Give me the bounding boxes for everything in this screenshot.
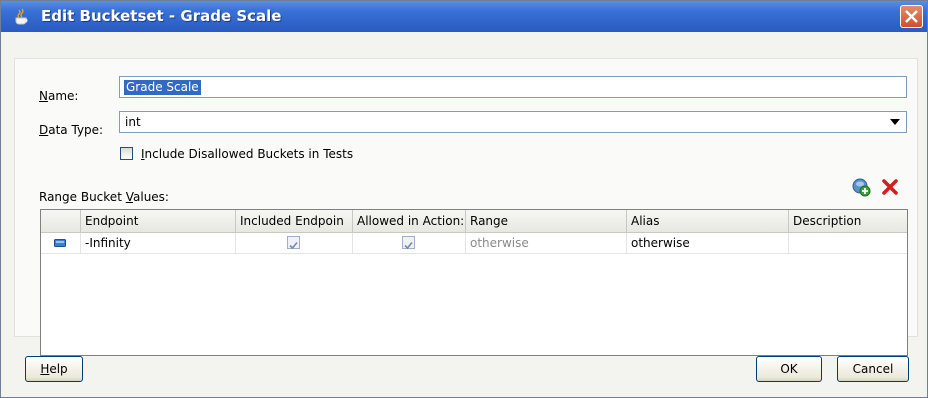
allowed-in-actions-checkbox[interactable] [402, 236, 415, 250]
name-input[interactable]: Grade Scale [119, 76, 907, 98]
dialog-title: Edit Bucketset - Grade Scale [41, 7, 282, 25]
row-marker-cell [41, 233, 81, 253]
java-cup-icon [15, 8, 28, 25]
cell-description[interactable] [789, 233, 907, 253]
edit-bucketset-dialog: Edit Bucketset - Grade Scale Name: Grade… [0, 0, 928, 398]
ok-button[interactable]: OK [756, 356, 822, 382]
row-header-corner [41, 210, 81, 232]
data-type-value: int [125, 115, 141, 129]
name-value: Grade Scale [124, 80, 201, 95]
name-mnemonic: N [39, 89, 48, 103]
cell-endpoint[interactable]: -Infinity [81, 233, 236, 253]
range-bucket-table: Endpoint Included Endpoin Allowed in Act… [40, 209, 908, 356]
checkmark-icon [404, 241, 413, 250]
delete-bucket-icon[interactable] [881, 178, 899, 196]
cell-alias[interactable]: otherwise [627, 233, 789, 253]
include-disallowed-checkbox[interactable] [120, 147, 133, 160]
range-label-part2: alues: [133, 190, 169, 204]
data-type-label: Data Type: [39, 123, 103, 137]
data-type-label-rest: ata Type: [48, 123, 104, 137]
include-label-rest: nclude Disallowed Buckets in Tests [144, 147, 354, 161]
help-mnemonic: H [40, 362, 50, 376]
add-bucket-icon[interactable] [851, 177, 871, 197]
title-bar[interactable]: Edit Bucketset - Grade Scale [1, 1, 927, 32]
column-header-included-endpoint[interactable]: Included Endpoin [236, 210, 353, 232]
column-header-allowed-in-actions[interactable]: Allowed in Action: [353, 210, 466, 232]
checkmark-icon [289, 241, 298, 250]
close-icon [905, 10, 918, 23]
help-label-rest: elp [49, 362, 68, 376]
include-disallowed-label[interactable]: Include Disallowed Buckets in Tests [141, 147, 353, 161]
column-header-endpoint[interactable]: Endpoint [81, 210, 236, 232]
range-label-part1: Range Bucket [39, 190, 126, 204]
name-label-rest: ame: [47, 89, 79, 103]
cell-allowed-in-actions[interactable] [353, 233, 466, 253]
cell-range: otherwise [466, 233, 627, 253]
help-button[interactable]: Help [25, 356, 83, 382]
column-header-alias[interactable]: Alias [627, 210, 789, 232]
table-header: Endpoint Included Endpoin Allowed in Act… [41, 210, 907, 233]
column-header-range[interactable]: Range [466, 210, 627, 232]
included-endpoint-checkbox[interactable] [287, 236, 300, 250]
data-type-select[interactable]: int [119, 111, 907, 133]
data-type-mnemonic: D [39, 123, 49, 137]
close-button[interactable] [900, 5, 923, 28]
table-row[interactable]: -Infinity otherwise otherwise [41, 233, 907, 254]
cancel-button[interactable]: Cancel [837, 356, 909, 382]
range-mnemonic: V [125, 190, 133, 204]
bucket-row-icon [54, 239, 66, 247]
column-header-description[interactable]: Description [789, 210, 907, 232]
name-label: Name: [39, 89, 78, 103]
range-bucket-values-label: Range Bucket Values: [39, 190, 169, 204]
cell-included-endpoint[interactable] [236, 233, 353, 253]
chevron-down-icon[interactable] [890, 119, 900, 125]
